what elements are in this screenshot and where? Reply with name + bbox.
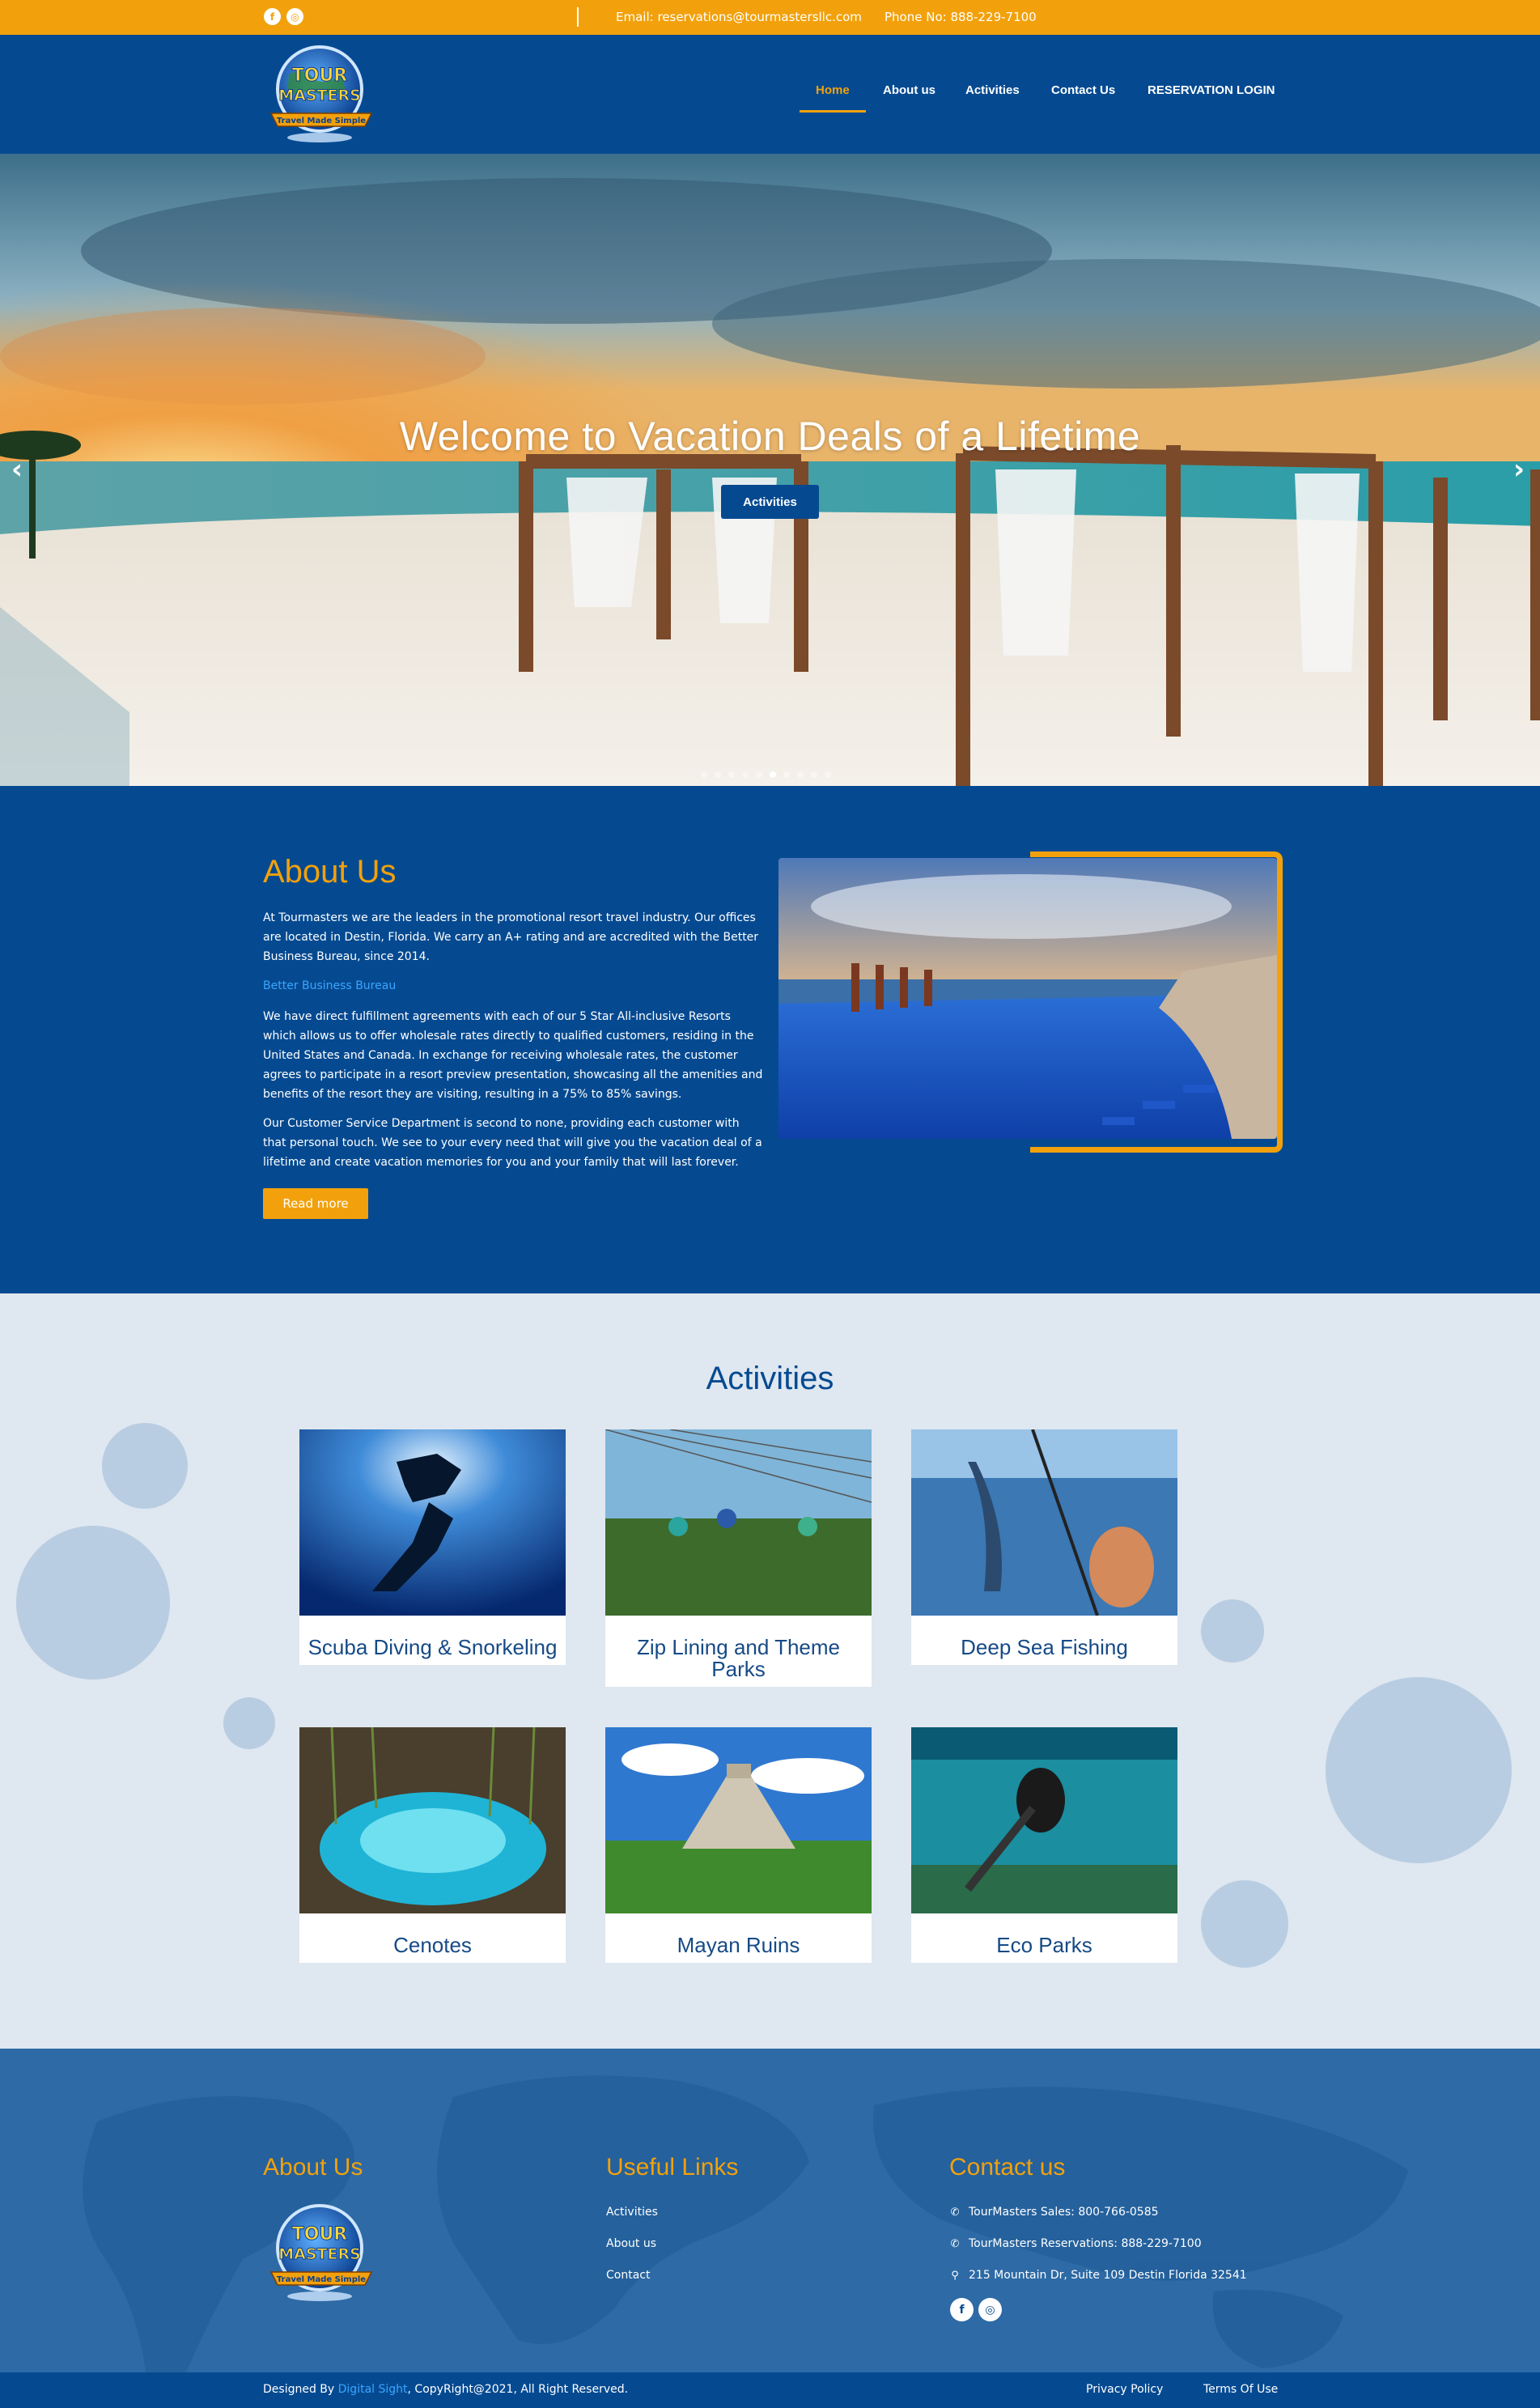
logo-ribbon-text: Travel Made Simple (277, 117, 366, 125)
phone-icon: ✆ (950, 2206, 960, 2219)
footer-contact-title: Contact us (949, 2154, 1066, 2181)
location-pin-icon: ⚲ (951, 2269, 959, 2282)
hero-pagination-dot[interactable] (811, 771, 817, 778)
activity-label: Cenotes (393, 1933, 472, 1957)
footer-about-title: About Us (263, 2154, 363, 2181)
footer: About Us TOUR MASTERS Travel Made Simple… (0, 2049, 1540, 2372)
hero-prev-arrow-icon[interactable]: ‹ (11, 453, 23, 486)
activity-label: Eco Parks (996, 1933, 1092, 1957)
hero-pagination (701, 771, 831, 778)
activity-card[interactable]: Eco Parks (911, 1727, 1177, 1963)
footer-address-text: 215 Mountain Dr, Suite 109 Destin Florid… (969, 2269, 1247, 2282)
decorative-circle (1201, 1880, 1288, 1968)
footer-logo-text-tour: TOUR (292, 2224, 348, 2244)
top-phone[interactable]: Phone No: 888-229-7100 (885, 10, 1037, 24)
zip-lining-image (605, 1429, 872, 1616)
designed-by-label: Designed By (263, 2383, 335, 2396)
terms-of-use-link[interactable]: Terms Of Use (1203, 2383, 1278, 2396)
hero-title: Welcome to Vacation Deals of a Lifetime (399, 414, 1141, 459)
activity-label: Scuba Diving & Snorkeling (308, 1635, 558, 1659)
deep-sea-fishing-image (911, 1429, 1177, 1616)
bottom-bar: Designed By Digital Sight, CopyRight@202… (0, 2372, 1540, 2408)
activity-label: Mayan Ruins (677, 1933, 800, 1957)
hero-next-arrow-icon[interactable]: › (1513, 453, 1525, 486)
top-social-links: f ◎ (264, 8, 303, 25)
hero-pagination-dot[interactable] (825, 771, 831, 778)
footer-sales-text: TourMasters Sales: 800-766-0585 (969, 2206, 1159, 2219)
footer-logo-ribbon-text: Travel Made Simple (277, 2275, 366, 2284)
eco-parks-image (911, 1727, 1177, 1913)
decorative-circle (16, 1526, 170, 1680)
activity-card[interactable]: Scuba Diving & Snorkeling (299, 1429, 566, 1665)
footer-sales-phone[interactable]: ✆ TourMasters Sales: 800-766-0585 (949, 2206, 1159, 2219)
footer-logo-text-masters: MASTERS (278, 2245, 361, 2263)
nav-activities[interactable]: Activities (965, 83, 1020, 97)
decorative-circle (223, 1697, 275, 1749)
hero-pagination-dot[interactable] (701, 771, 707, 778)
nav-contact[interactable]: Contact Us (1051, 83, 1115, 97)
footer-address: ⚲ 215 Mountain Dr, Suite 109 Destin Flor… (949, 2269, 1247, 2282)
footer-facebook-icon[interactable]: f (950, 2298, 974, 2321)
hero-pagination-dot[interactable] (742, 771, 749, 778)
top-bar: f ◎ Email: reservations@tourmastersllc.c… (0, 0, 1540, 35)
designer-link[interactable]: Digital Sight (338, 2383, 408, 2396)
hero-activities-button[interactable]: Activities (721, 485, 819, 519)
top-email[interactable]: Email: reservations@tourmastersllc.com (616, 10, 862, 24)
hero-pagination-dot[interactable] (770, 771, 776, 778)
nav-home[interactable]: Home (816, 83, 850, 97)
bbb-link[interactable]: Better Business Bureau (263, 976, 765, 996)
activities-title: Activities (706, 1361, 834, 1396)
activity-card[interactable]: Mayan Ruins (605, 1727, 872, 1963)
footer-link-activities[interactable]: Activities (606, 2206, 658, 2219)
footer-reservations-text: TourMasters Reservations: 888-229-7100 (969, 2237, 1202, 2250)
hero-pagination-dot[interactable] (715, 771, 721, 778)
decorative-circle (1326, 1677, 1512, 1863)
hero-pagination-dot[interactable] (783, 771, 790, 778)
activity-card[interactable]: Deep Sea Fishing (911, 1429, 1177, 1665)
copyright-line: Designed By Digital Sight, CopyRight@202… (263, 2383, 628, 2396)
about-paragraph-2: We have direct fulfillment agreements wi… (263, 1010, 763, 1101)
instagram-icon[interactable]: ◎ (286, 8, 303, 25)
decorative-circle (102, 1423, 188, 1509)
decorative-circle (1201, 1599, 1264, 1663)
facebook-icon[interactable]: f (264, 8, 281, 25)
footer-link-about[interactable]: About us (606, 2237, 656, 2250)
resort-pool-image (778, 858, 1277, 1139)
about-paragraph-3: Our Customer Service Department is secon… (263, 1117, 762, 1169)
footer-reservations-phone[interactable]: ✆ TourMasters Reservations: 888-229-7100 (949, 2237, 1202, 2250)
about-paragraph-1: At Tourmasters we are the leaders in the… (263, 911, 759, 963)
nav-active-indicator (800, 110, 866, 113)
world-map-background (83, 2075, 1408, 2372)
read-more-button[interactable]: Read more (263, 1188, 368, 1219)
copyright-text: , CopyRight@2021, All Right Reserved. (407, 2383, 629, 2396)
footer-link-contact[interactable]: Contact (606, 2269, 650, 2282)
phone-icon: ✆ (950, 2237, 960, 2250)
hero-pagination-dot[interactable] (728, 771, 735, 778)
activities-section: Activities Scuba Diving & Snorkeling Zip… (0, 1293, 1540, 2049)
footer-instagram-icon[interactable]: ◎ (978, 2298, 1002, 2321)
scuba-diving-image (299, 1429, 566, 1616)
hero-background-image (0, 154, 1540, 786)
top-divider (577, 7, 579, 27)
activity-card[interactable]: Zip Lining and Theme Parks (605, 1429, 872, 1687)
hero-slider: Welcome to Vacation Deals of a Lifetime … (0, 154, 1540, 786)
cenotes-image (299, 1726, 566, 1913)
about-title: About Us (263, 854, 397, 890)
activity-label: Zip Lining and Theme Parks (636, 1635, 840, 1681)
footer-logo[interactable]: TOUR MASTERS Travel Made Simple (265, 2201, 378, 2306)
nav-reservation-login[interactable]: RESERVATION LOGIN (1148, 83, 1275, 97)
mayan-ruins-image (605, 1727, 872, 1913)
activity-card[interactable]: Cenotes (299, 1726, 566, 1963)
footer-links-title: Useful Links (606, 2154, 739, 2181)
about-section: About Us At Tourmasters we are the leade… (0, 786, 1540, 1293)
activity-label: Deep Sea Fishing (961, 1635, 1128, 1659)
hero-pagination-dot[interactable] (756, 771, 762, 778)
nav-about[interactable]: About us (883, 83, 935, 97)
privacy-policy-link[interactable]: Privacy Policy (1086, 2383, 1163, 2396)
hero-pagination-dot[interactable] (797, 771, 804, 778)
main-nav: Home About us Activities Contact Us RESE… (0, 83, 1540, 116)
